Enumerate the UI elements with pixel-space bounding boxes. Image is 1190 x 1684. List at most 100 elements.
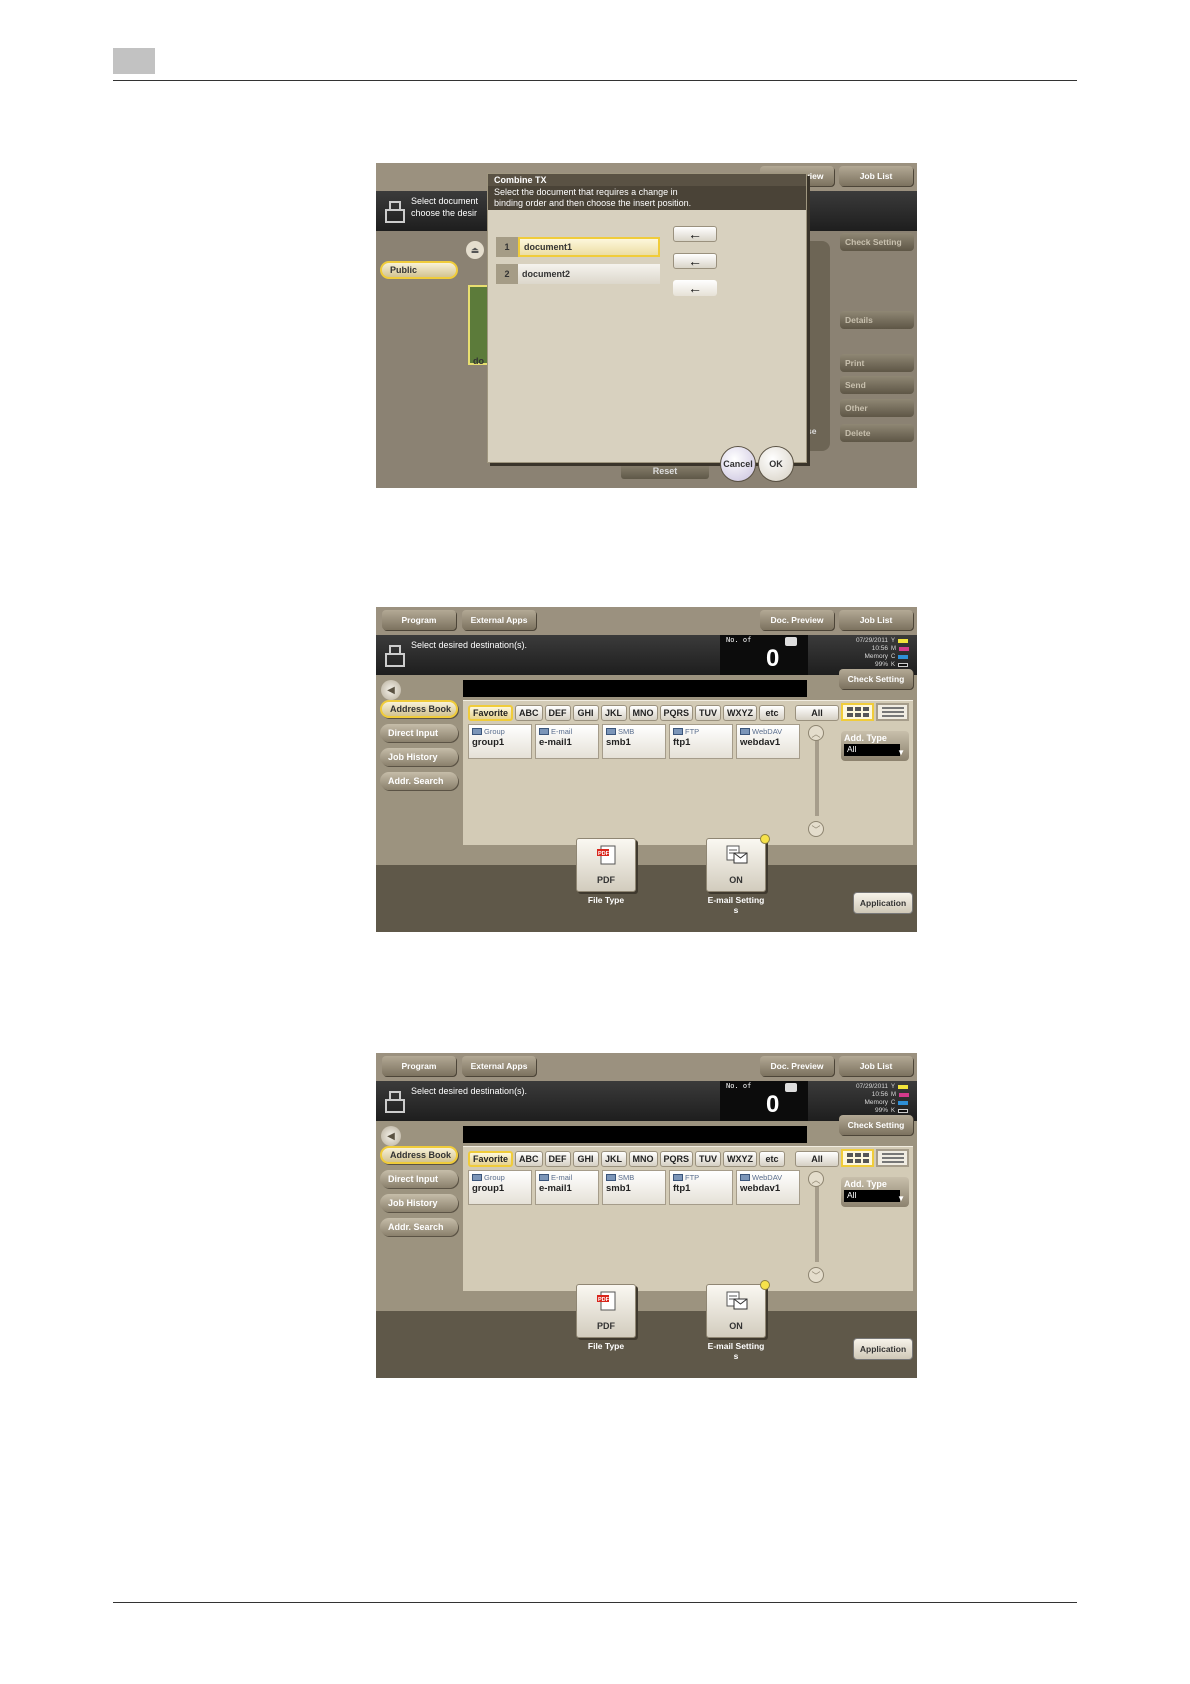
send-button[interactable]: Send (840, 376, 914, 394)
index-tab-def[interactable]: DEF (544, 705, 571, 721)
destination-entry-field[interactable] (463, 680, 807, 697)
index-tab-pqrs[interactable]: PQRS (659, 705, 694, 721)
index-tab-tuv[interactable]: TUV (695, 1151, 722, 1167)
check-setting-button[interactable]: Check Setting (839, 1115, 913, 1135)
print-button[interactable]: Print (840, 354, 914, 372)
program-button[interactable]: Program (382, 1056, 456, 1076)
tab-addr-search[interactable]: Addr. Search (380, 772, 458, 790)
add-type-select[interactable]: Add. Type All ▼ (841, 731, 909, 761)
tab-address-book[interactable]: Address Book (380, 700, 458, 718)
partial-label: se (807, 426, 817, 436)
document-row-2[interactable]: 2 document2 (496, 264, 660, 284)
insert-position-arrow-2[interactable]: ← (673, 253, 717, 269)
ok-button[interactable]: OK (758, 446, 794, 482)
job-list-button[interactable]: Job List (839, 166, 913, 186)
destination-ftp1[interactable]: FTP ftp1 (669, 1170, 733, 1205)
counter-value: 0 (766, 1091, 780, 1118)
delete-button[interactable]: Delete (840, 424, 914, 442)
eject-icon[interactable]: ⏏ (466, 241, 484, 259)
list-view-icon[interactable] (876, 1149, 909, 1167)
back-icon[interactable]: ◀ (381, 680, 401, 700)
destination-ftp1[interactable]: FTP ftp1 (669, 724, 733, 759)
public-tab[interactable]: Public (380, 261, 458, 279)
index-tab-tuv[interactable]: TUV (695, 705, 722, 721)
tab-address-book[interactable]: Address Book (380, 1146, 458, 1164)
scroll-up-icon[interactable]: ︿ (808, 725, 824, 741)
index-tab-jkl[interactable]: JKL (600, 705, 627, 721)
tab-direct-input[interactable]: Direct Input (380, 724, 458, 742)
index-tab-abc[interactable]: ABC (515, 705, 543, 721)
index-tab-def[interactable]: DEF (544, 1151, 571, 1167)
external-apps-button[interactable]: External Apps (462, 610, 536, 630)
document-row-1[interactable]: 1 document1 (496, 237, 660, 257)
index-tab-etc[interactable]: etc (759, 1151, 786, 1167)
email-settings-caption: E-mail Setting s (696, 1341, 776, 1361)
scroll-down-icon[interactable]: ﹀ (808, 1267, 824, 1283)
page-tab-marker (113, 48, 155, 74)
email-settings-button[interactable]: ON (706, 838, 766, 892)
destination-list: Group group1 E-mail e-mail1 SMB smb1 FTP ftp… (468, 724, 800, 759)
destination-smb1[interactable]: SMB smb1 (602, 1170, 666, 1205)
destination-webdav1[interactable]: WebDAV webdav1 (736, 1170, 800, 1205)
job-list-button[interactable]: Job List (839, 1056, 913, 1076)
index-tab-jkl[interactable]: JKL (600, 1151, 627, 1167)
destination-email1[interactable]: E-mail e-mail1 (535, 724, 599, 759)
index-tab-etc[interactable]: etc (759, 705, 786, 721)
check-setting-button[interactable]: Check Setting (839, 669, 913, 689)
file-type-button[interactable]: PDF PDF (576, 838, 636, 892)
grid-view-icon[interactable] (841, 1149, 874, 1167)
destination-group1[interactable]: Group group1 (468, 724, 532, 759)
grid-view-icon[interactable] (841, 703, 874, 721)
file-type-button[interactable]: PDF PDF (576, 1284, 636, 1338)
toner-levels: Y M C K (891, 637, 913, 669)
toner-c: C (891, 653, 913, 661)
doc-preview-button[interactable]: Doc. Preview (760, 1056, 834, 1076)
index-tab-ghi[interactable]: GHI (572, 705, 599, 721)
insert-position-arrow-1[interactable]: ← (673, 226, 717, 242)
index-tab-ghi[interactable]: GHI (572, 1151, 599, 1167)
index-tab-all[interactable]: All (795, 705, 840, 721)
job-list-button[interactable]: Job List (839, 610, 913, 630)
index-tab-all[interactable]: All (795, 1151, 840, 1167)
details-button[interactable]: Details (840, 311, 914, 329)
add-type-select[interactable]: Add. Type All ▼ (841, 1177, 909, 1207)
destination-entry-field[interactable] (463, 1126, 807, 1143)
index-tab-mno[interactable]: MNO (628, 705, 658, 721)
tab-job-history[interactable]: Job History (380, 748, 458, 766)
bottom-area: PDF PDF File Type ON E-mail Setting s Ap… (376, 834, 917, 932)
program-button[interactable]: Program (382, 610, 456, 630)
email-settings-button[interactable]: ON (706, 1284, 766, 1338)
message-text: Select desired destination(s). (411, 1086, 528, 1096)
scroll-down-icon[interactable]: ﹀ (808, 821, 824, 837)
destination-webdav1[interactable]: WebDAV webdav1 (736, 724, 800, 759)
tab-addr-search[interactable]: Addr. Search (380, 1218, 458, 1236)
index-tab-wxyz[interactable]: WXYZ (723, 1151, 758, 1167)
destination-smb1[interactable]: SMB smb1 (602, 724, 666, 759)
destination-group1[interactable]: Group group1 (468, 1170, 532, 1205)
check-setting-button[interactable]: Check Setting (840, 233, 914, 251)
external-apps-button[interactable]: External Apps (462, 1056, 536, 1076)
index-tab-wxyz[interactable]: WXYZ (723, 705, 758, 721)
other-button[interactable]: Other (840, 399, 914, 417)
footer-rule (113, 1602, 1077, 1603)
message-text: Select desired destination(s). (411, 640, 528, 650)
index-tab-pqrs[interactable]: PQRS (659, 1151, 694, 1167)
counter-label: No. of (726, 1082, 752, 1090)
cancel-button[interactable]: Cancel (720, 446, 756, 482)
doc-preview-button[interactable]: Doc. Preview (760, 610, 834, 630)
index-tab-favorite[interactable]: Favorite (468, 1151, 514, 1167)
reset-button[interactable]: Reset (621, 463, 709, 479)
insert-position-arrow-3[interactable]: ← (673, 280, 717, 296)
destination-email1[interactable]: E-mail e-mail1 (535, 1170, 599, 1205)
application-button[interactable]: Application (853, 892, 913, 914)
list-view-icon[interactable] (876, 703, 909, 721)
tab-job-history[interactable]: Job History (380, 1194, 458, 1212)
tab-direct-input[interactable]: Direct Input (380, 1170, 458, 1188)
index-tab-abc[interactable]: ABC (515, 1151, 543, 1167)
add-type-label: Add. Type (844, 733, 887, 743)
back-icon[interactable]: ◀ (381, 1126, 401, 1146)
scroll-up-icon[interactable]: ︿ (808, 1171, 824, 1187)
index-tab-mno[interactable]: MNO (628, 1151, 658, 1167)
index-tab-favorite[interactable]: Favorite (468, 705, 514, 721)
application-button[interactable]: Application (853, 1338, 913, 1360)
